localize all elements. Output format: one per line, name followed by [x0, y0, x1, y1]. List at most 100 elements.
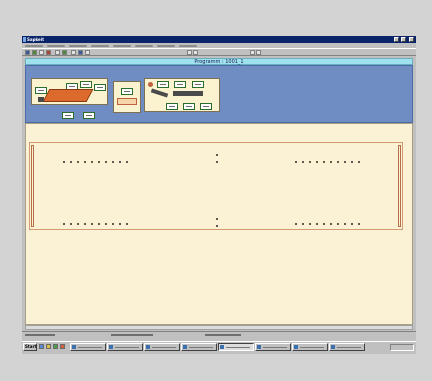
locating-pin: [302, 161, 304, 163]
robot-station[interactable]: [144, 78, 220, 112]
station-box[interactable]: [183, 103, 195, 110]
start-label: Start: [25, 344, 37, 349]
menu-item[interactable]: [135, 44, 153, 47]
title-bar[interactable]: Sapkeit: [22, 36, 416, 43]
program-header: Programm : 1001_1: [25, 58, 413, 65]
station-box[interactable]: [174, 81, 186, 88]
quick-launch-icon[interactable]: [53, 344, 58, 349]
taskbar-task[interactable]: [329, 343, 365, 351]
menu-item[interactable]: [69, 44, 87, 47]
task-label: [337, 347, 361, 348]
task-icon: [72, 345, 76, 349]
locating-pin: [112, 161, 114, 163]
task-icon: [257, 345, 261, 349]
new-file-icon[interactable]: [25, 50, 30, 55]
locating-pin: [216, 161, 218, 163]
taskbar-task[interactable]: [292, 343, 328, 351]
open-icon[interactable]: [32, 50, 37, 55]
nav-next-icon[interactable]: [193, 50, 198, 55]
locating-pin: [344, 161, 346, 163]
robot-arm-icon: [150, 88, 169, 98]
taskbar-task[interactable]: [181, 343, 217, 351]
station-box[interactable]: [200, 103, 212, 110]
taskbar-task[interactable]: [144, 343, 180, 351]
right-rail: [398, 145, 401, 227]
station-box[interactable]: [94, 84, 106, 91]
menu-item[interactable]: [179, 44, 197, 47]
machine-table[interactable]: [29, 142, 403, 230]
locating-pin: [358, 223, 360, 225]
menu-item[interactable]: [25, 44, 43, 47]
locating-pin: [344, 223, 346, 225]
locating-pin: [316, 223, 318, 225]
window-title: Sapkeit: [27, 37, 44, 42]
menu-item[interactable]: [47, 44, 65, 47]
maximize-icon[interactable]: [401, 37, 406, 42]
nav-next-icon[interactable]: [256, 50, 261, 55]
toolbar: [22, 48, 416, 56]
station-box[interactable]: [121, 88, 133, 95]
station-box[interactable]: [192, 81, 204, 88]
station-box[interactable]: [62, 112, 74, 119]
menu-item[interactable]: [113, 44, 131, 47]
undo-icon[interactable]: [71, 50, 76, 55]
locating-pin: [309, 161, 311, 163]
quick-launch-icon[interactable]: [60, 344, 65, 349]
locating-pin: [119, 223, 121, 225]
quick-launch-icon[interactable]: [46, 344, 51, 349]
task-icon: [294, 345, 298, 349]
rail-icon: [173, 91, 203, 96]
redo-icon[interactable]: [78, 50, 83, 55]
menu-item[interactable]: [157, 44, 175, 47]
station-box[interactable]: [166, 103, 178, 110]
nav-prev-icon[interactable]: [187, 50, 192, 55]
print-icon[interactable]: [46, 50, 51, 55]
locating-pin: [77, 161, 79, 163]
taskbar-task[interactable]: [255, 343, 291, 351]
menu-item[interactable]: [91, 44, 109, 47]
press-station[interactable]: [113, 81, 141, 113]
left-rail: [31, 145, 34, 227]
start-button[interactable]: Start: [23, 343, 37, 351]
task-label: [115, 347, 139, 348]
copy-icon[interactable]: [62, 50, 67, 55]
locating-pin: [295, 223, 297, 225]
locating-pin: [105, 223, 107, 225]
station-box[interactable]: [35, 87, 47, 94]
task-label: [226, 347, 250, 348]
taskbar-task[interactable]: [70, 343, 106, 351]
locating-pin: [84, 161, 86, 163]
task-icon: [220, 345, 224, 349]
locating-pin: [84, 223, 86, 225]
taskbar-task[interactable]: [218, 343, 254, 351]
station-box[interactable]: [80, 81, 92, 88]
task-label: [263, 347, 287, 348]
task-icon: [331, 345, 335, 349]
locating-pin: [323, 161, 325, 163]
locating-pin: [91, 223, 93, 225]
task-icon: [146, 345, 150, 349]
close-icon[interactable]: [409, 37, 414, 42]
locating-pin: [309, 223, 311, 225]
app-window-icon: [23, 37, 26, 42]
zoom-icon[interactable]: [85, 50, 90, 55]
taskbar-task[interactable]: [107, 343, 143, 351]
horizontal-scrollbar[interactable]: [25, 325, 413, 330]
locating-pin: [126, 223, 128, 225]
locating-pin: [105, 161, 107, 163]
cut-icon[interactable]: [55, 50, 60, 55]
locating-pin: [351, 223, 353, 225]
quick-launch-icon[interactable]: [39, 344, 44, 349]
loading-station[interactable]: [31, 78, 108, 105]
minimize-icon[interactable]: [394, 37, 399, 42]
locating-pin: [337, 223, 339, 225]
robot-head-icon: [148, 82, 153, 87]
locating-pin: [112, 223, 114, 225]
save-icon[interactable]: [39, 50, 44, 55]
locating-pin: [330, 223, 332, 225]
status-field: [25, 334, 55, 336]
station-box[interactable]: [83, 112, 95, 119]
station-box[interactable]: [157, 81, 169, 88]
nav-prev-icon[interactable]: [250, 50, 255, 55]
task-label: [189, 347, 213, 348]
